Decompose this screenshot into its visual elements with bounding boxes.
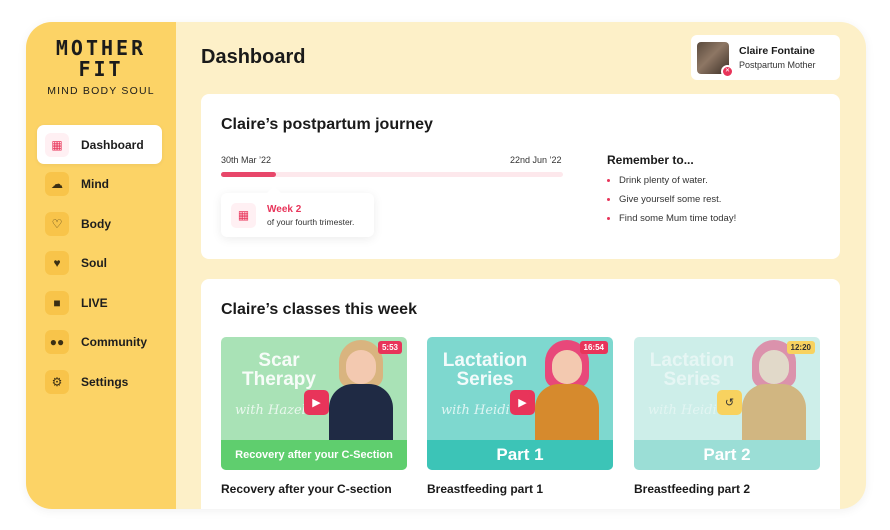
instructor-image	[327, 340, 395, 440]
class-thumbnail[interactable]: Scar Therapy with Hazel 5:53 ▶ Recovery …	[221, 337, 407, 470]
journey-progress-fill	[221, 172, 276, 177]
class-thumbnail[interactable]: Lactation Series with Heidi 16:54 ▶ Part…	[427, 337, 613, 470]
class-card-breastfeeding-2[interactable]: Lactation Series with Heidi 12:20 ↺ Part…	[634, 337, 820, 496]
sidebar-item-label: Community	[81, 335, 147, 350]
sidebar-item-live[interactable]: ■ LIVE	[37, 283, 162, 322]
heart-icon: ♥	[45, 251, 69, 276]
sidebar-item-label: Mind	[81, 177, 109, 192]
sidebar-item-label: LIVE	[81, 295, 108, 310]
sidebar-item-body[interactable]: ♡ Body	[37, 204, 162, 243]
sidebar: MOTHER FIT MIND BODY SOUL ▦ Dashboard ☁ …	[26, 22, 176, 509]
heartbeat-icon: ♡	[45, 211, 69, 236]
sidebar-item-settings[interactable]: ⚙ Settings	[37, 363, 162, 402]
remember-panel: Remember to... Drink plenty of water. Gi…	[607, 153, 736, 232]
brain-icon: ☁	[45, 172, 69, 197]
class-title[interactable]: Breastfeeding part 1	[427, 482, 613, 496]
main-content: Dashboard ✕ Claire Fontaine Postpartum M…	[176, 22, 866, 509]
thumbnail-title: Lactation Series	[649, 350, 735, 390]
week-subtext: of your fourth trimester.	[267, 216, 355, 227]
user-profile[interactable]: ✕ Claire Fontaine Postpartum Mother	[691, 35, 840, 80]
classes-title: Claire’s classes this week	[221, 301, 417, 318]
list-item: Give yourself some rest.	[607, 194, 736, 205]
journey-start-date: 30th Mar ’22	[221, 155, 272, 165]
profile-name: Claire Fontaine	[739, 45, 815, 57]
profile-role: Postpartum Mother	[739, 60, 816, 70]
logo-line-1: MOTHER	[55, 36, 147, 60]
instructor-image	[533, 340, 601, 440]
class-card-breastfeeding-1[interactable]: Lactation Series with Heidi 16:54 ▶ Part…	[427, 337, 613, 496]
classes-card: Claire’s classes this week Scar Therapy …	[201, 279, 840, 509]
brand-logo[interactable]: MOTHER FIT MIND BODY SOUL	[26, 36, 176, 98]
video-camera-icon: ■	[45, 290, 69, 315]
thumbnail-subtitle: with Heidi	[441, 403, 510, 418]
app-window: MOTHER FIT MIND BODY SOUL ▦ Dashboard ☁ …	[26, 22, 866, 509]
thumbnail-subtitle: with Heidi	[648, 403, 717, 418]
class-card-scar-therapy[interactable]: Scar Therapy with Hazel 5:53 ▶ Recovery …	[221, 337, 407, 496]
thumbnail-banner: Recovery after your C-Section	[221, 440, 407, 470]
class-title[interactable]: Recovery after your C-section	[221, 482, 407, 496]
grid-icon: ▦	[45, 132, 69, 157]
sidebar-item-label: Settings	[81, 375, 129, 390]
sidebar-item-label: Dashboard	[81, 137, 144, 152]
logo-tagline: MIND BODY SOUL	[47, 85, 155, 97]
journey-title: Claire’s postpartum journey	[221, 116, 433, 133]
journey-progress-bar	[221, 172, 563, 177]
sidebar-item-label: Soul	[81, 256, 107, 271]
sidebar-item-label: Body	[81, 216, 111, 231]
sidebar-item-mind[interactable]: ☁ Mind	[37, 165, 162, 204]
page-title: Dashboard	[201, 46, 306, 68]
thumbnail-banner: Part 2	[634, 440, 820, 470]
sidebar-nav: ▦ Dashboard ☁ Mind ♡ Body ♥ Soul ■ LIVE …	[37, 125, 162, 402]
avatar: ✕	[697, 41, 734, 78]
thumbnail-title: Lactation Series	[442, 350, 528, 390]
thumbnail-banner: Part 1	[427, 440, 613, 470]
thumbnail-subtitle: with Hazel	[235, 403, 306, 418]
sidebar-item-community[interactable]: ●● Community	[37, 323, 162, 362]
list-item: Drink plenty of water.	[607, 175, 736, 186]
duration-badge: 5:53	[377, 341, 402, 354]
remember-title: Remember to...	[607, 153, 694, 167]
class-thumbnail[interactable]: Lactation Series with Heidi 12:20 ↺ Part…	[634, 337, 820, 470]
journey-card: Claire’s postpartum journey 30th Mar ’22…	[201, 94, 840, 259]
remember-list: Drink plenty of water. Give yourself som…	[607, 175, 736, 224]
thumbnail-title: Scar Therapy	[242, 350, 316, 390]
play-icon[interactable]: ▶	[304, 390, 329, 415]
week-label: Week 2	[267, 203, 302, 215]
calendar-icon: ▦	[231, 202, 256, 228]
sidebar-item-dashboard[interactable]: ▦ Dashboard	[37, 125, 162, 164]
duration-badge: 16:54	[579, 341, 608, 354]
class-title[interactable]: Breastfeeding part 2	[634, 482, 820, 496]
duration-badge: 12:20	[786, 341, 815, 354]
journey-end-date: 22nd Jun ’22	[510, 155, 562, 165]
gear-icon: ⚙	[45, 370, 69, 395]
instructor-image	[740, 340, 808, 440]
replay-icon[interactable]: ↺	[717, 390, 742, 415]
week-tooltip: ▦ Week 2 of your fourth trimester.	[221, 186, 374, 237]
list-item: Find some Mum time today!	[607, 213, 736, 224]
badge-icon: ✕	[721, 64, 734, 78]
play-icon[interactable]: ▶	[510, 390, 535, 415]
sidebar-item-soul[interactable]: ♥ Soul	[37, 244, 162, 283]
logo-line-2: FIT	[78, 57, 124, 81]
users-icon: ●●	[45, 330, 69, 355]
